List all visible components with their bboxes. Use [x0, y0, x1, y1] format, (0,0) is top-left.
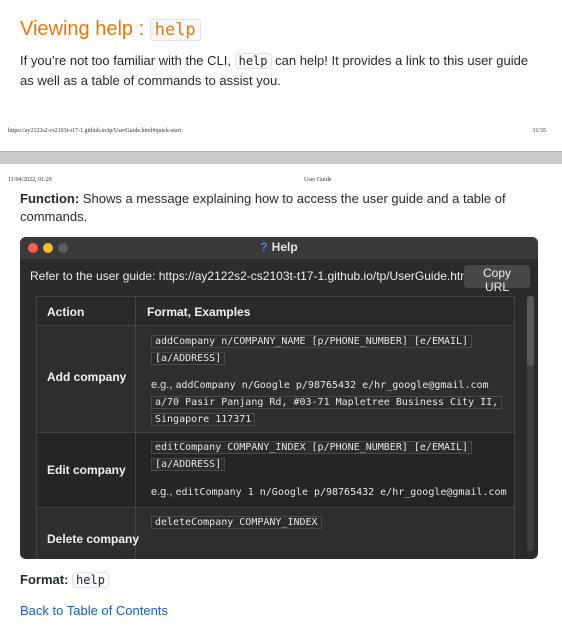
eg-prefix: e.g., [151, 486, 176, 498]
table-row: Edit company editCompany COMPANY_INDEX [… [37, 433, 514, 508]
function-text: Shows a message explaining how to access… [20, 191, 506, 224]
heading-code: help [149, 19, 201, 41]
format-code-line: addCompany n/COMPANY_NAME [p/PHONE_NUMBE… [151, 333, 473, 350]
example-code: Singapore 117371 [151, 413, 256, 426]
user-guide-link-text: Refer to the user guide: https://ay2122s… [30, 269, 473, 283]
action-cell: Add company [37, 326, 136, 432]
format-label: Format: [20, 572, 69, 587]
action-cell: Delete company [37, 508, 140, 559]
intro-paragraph: If you’re not too familiar with the CLI,… [20, 51, 545, 91]
example-code: editCompany 1 n/Google p/98765432 e/hr_g… [175, 487, 507, 498]
help-app-icon: ? [260, 240, 268, 254]
format-code-line: [a/ADDRESS] [151, 350, 226, 367]
window-title: ? Help [20, 240, 538, 254]
column-header-format: Format, Examples [147, 305, 251, 319]
table-scrollbar[interactable] [527, 296, 534, 551]
format-cell: deleteCompany COMPANY_INDEX [137, 508, 514, 559]
format-code: editCompany COMPANY_INDEX [p/PHONE_NUMBE… [151, 441, 473, 454]
back-to-toc-link[interactable]: Back to Table of Contents [20, 603, 168, 618]
print-header-title: User Guide [304, 177, 332, 183]
window-titlebar: ? Help [20, 237, 538, 259]
window-title-text: Help [271, 240, 298, 254]
table-row: Add company addCompany n/COMPANY_NAME [p… [37, 326, 514, 433]
format-code: help [72, 572, 109, 588]
format-cell: addCompany n/COMPANY_NAME [p/PHONE_NUMBE… [137, 326, 514, 432]
format-code-line: deleteCompany COMPANY_INDEX [151, 514, 322, 531]
action-label: Edit company [47, 463, 126, 477]
copy-url-button[interactable]: Copy URL [464, 265, 530, 294]
example-code: addCompany n/Google p/98765432 e/hr_goog… [175, 380, 489, 391]
header-cell-format: Format, Examples [137, 297, 514, 325]
example-code: a/70 Pasir Panjang Rd, #03-71 Mapletree … [151, 396, 503, 409]
action-label: Add company [47, 370, 127, 384]
column-header-action: Action [47, 305, 85, 319]
help-window-screenshot: ? Help Refer to the user guide: https://a… [20, 237, 538, 559]
section-heading: Viewing help : help [20, 18, 201, 41]
print-header-date: 11/04/2022, 01:28 [8, 177, 52, 183]
table-row: Delete company deleteCompany COMPANY_IND… [37, 508, 514, 559]
format-cell: editCompany COMPANY_INDEX [p/PHONE_NUMBE… [137, 433, 514, 507]
function-description: Function: Shows a message explaining how… [20, 190, 540, 226]
format-line: Format: help [20, 572, 109, 588]
format-code-line: editCompany COMPANY_INDEX [p/PHONE_NUMBE… [151, 439, 473, 456]
format-code: [a/ADDRESS] [151, 352, 226, 365]
function-label: Function: [20, 191, 80, 206]
print-footer-url: https://ay2122s2-cs2103t-t17-1.github.io… [8, 128, 182, 134]
format-code: addCompany n/COMPANY_NAME [p/PHONE_NUMBE… [151, 335, 473, 348]
table-header-row: Action Format, Examples [37, 297, 514, 326]
heading-text: Viewing help : [20, 18, 150, 40]
intro-code: help [234, 53, 272, 69]
page-break [0, 151, 562, 164]
format-code: deleteCompany COMPANY_INDEX [151, 516, 322, 529]
user-guide-link-row: Refer to the user guide: https://ay2122s… [20, 259, 538, 294]
example-code-line: a/70 Pasir Panjang Rd, #03-71 Mapletree … [151, 394, 503, 411]
action-cell: Edit company [37, 433, 136, 507]
intro-text-before: If you’re not too familiar with the CLI, [20, 53, 235, 68]
example-line: e.g., editCompany 1 n/Google p/98765432 … [151, 484, 507, 501]
format-code: [a/ADDRESS] [151, 458, 226, 471]
format-code-line: [a/ADDRESS] [151, 456, 226, 473]
command-table[interactable]: Action Format, Examples Add company addC… [36, 296, 515, 559]
example-line: e.g., addCompany n/Google p/98765432 e/h… [151, 377, 489, 394]
eg-prefix: e.g., [151, 379, 176, 391]
header-cell-action: Action [37, 297, 136, 325]
print-footer-page: 31/35 [532, 128, 546, 134]
example-code-line: Singapore 117371 [151, 411, 256, 428]
scrollbar-thumb[interactable] [527, 296, 534, 366]
action-label: Delete company [47, 532, 140, 546]
